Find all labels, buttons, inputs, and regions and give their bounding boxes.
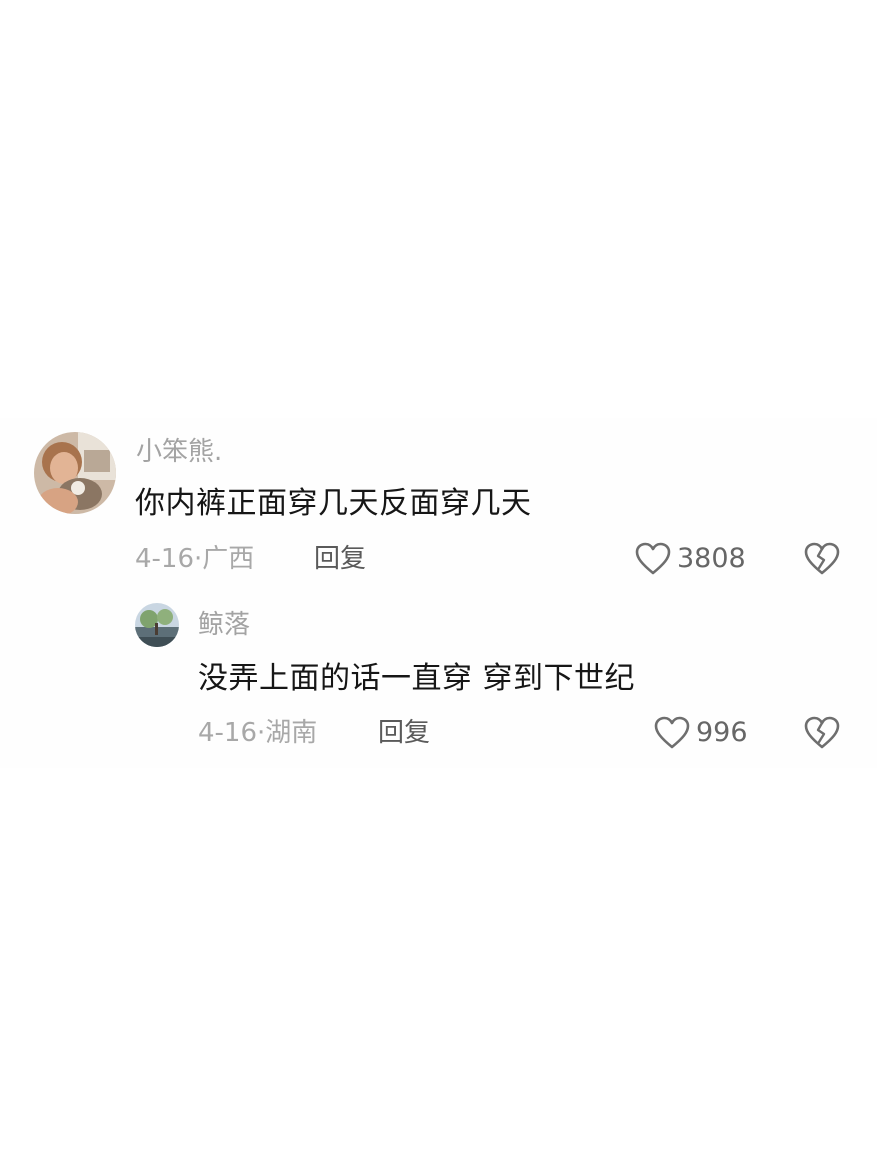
dislike-button[interactable] xyxy=(804,716,840,750)
reply-button[interactable]: 回复 xyxy=(378,718,430,748)
heart-outline-icon xyxy=(635,542,671,575)
username[interactable]: 鲸落 xyxy=(198,610,250,640)
broken-heart-icon xyxy=(804,716,840,749)
comment-date: 4-16 xyxy=(198,718,258,748)
comment-meta: 4-16·广西 xyxy=(135,544,254,574)
like-button[interactable]: 3808 xyxy=(635,542,746,576)
reply-button[interactable]: 回复 xyxy=(314,544,366,574)
comment-meta: 4-16·湖南 xyxy=(198,718,317,748)
like-button[interactable]: 996 xyxy=(654,716,748,750)
avatar[interactable] xyxy=(34,432,116,514)
avatar-photo-icon xyxy=(34,432,116,514)
comment-text: 没弄上面的话一直穿 穿到下世纪 xyxy=(198,661,636,696)
username[interactable]: 小笨熊. xyxy=(136,437,222,467)
broken-heart-icon xyxy=(804,542,840,575)
dislike-button[interactable] xyxy=(804,542,840,576)
avatar-landscape-icon xyxy=(135,603,179,647)
comment-location: 广西 xyxy=(202,544,255,574)
heart-outline-icon xyxy=(654,716,690,749)
comment-date: 4-16 xyxy=(135,544,195,574)
avatar[interactable] xyxy=(135,603,179,647)
like-count: 996 xyxy=(696,717,748,748)
like-count: 3808 xyxy=(677,543,746,574)
comment-text: 你内裤正面穿几天反面穿几天 xyxy=(135,486,532,521)
comment-location: 湖南 xyxy=(265,718,318,748)
